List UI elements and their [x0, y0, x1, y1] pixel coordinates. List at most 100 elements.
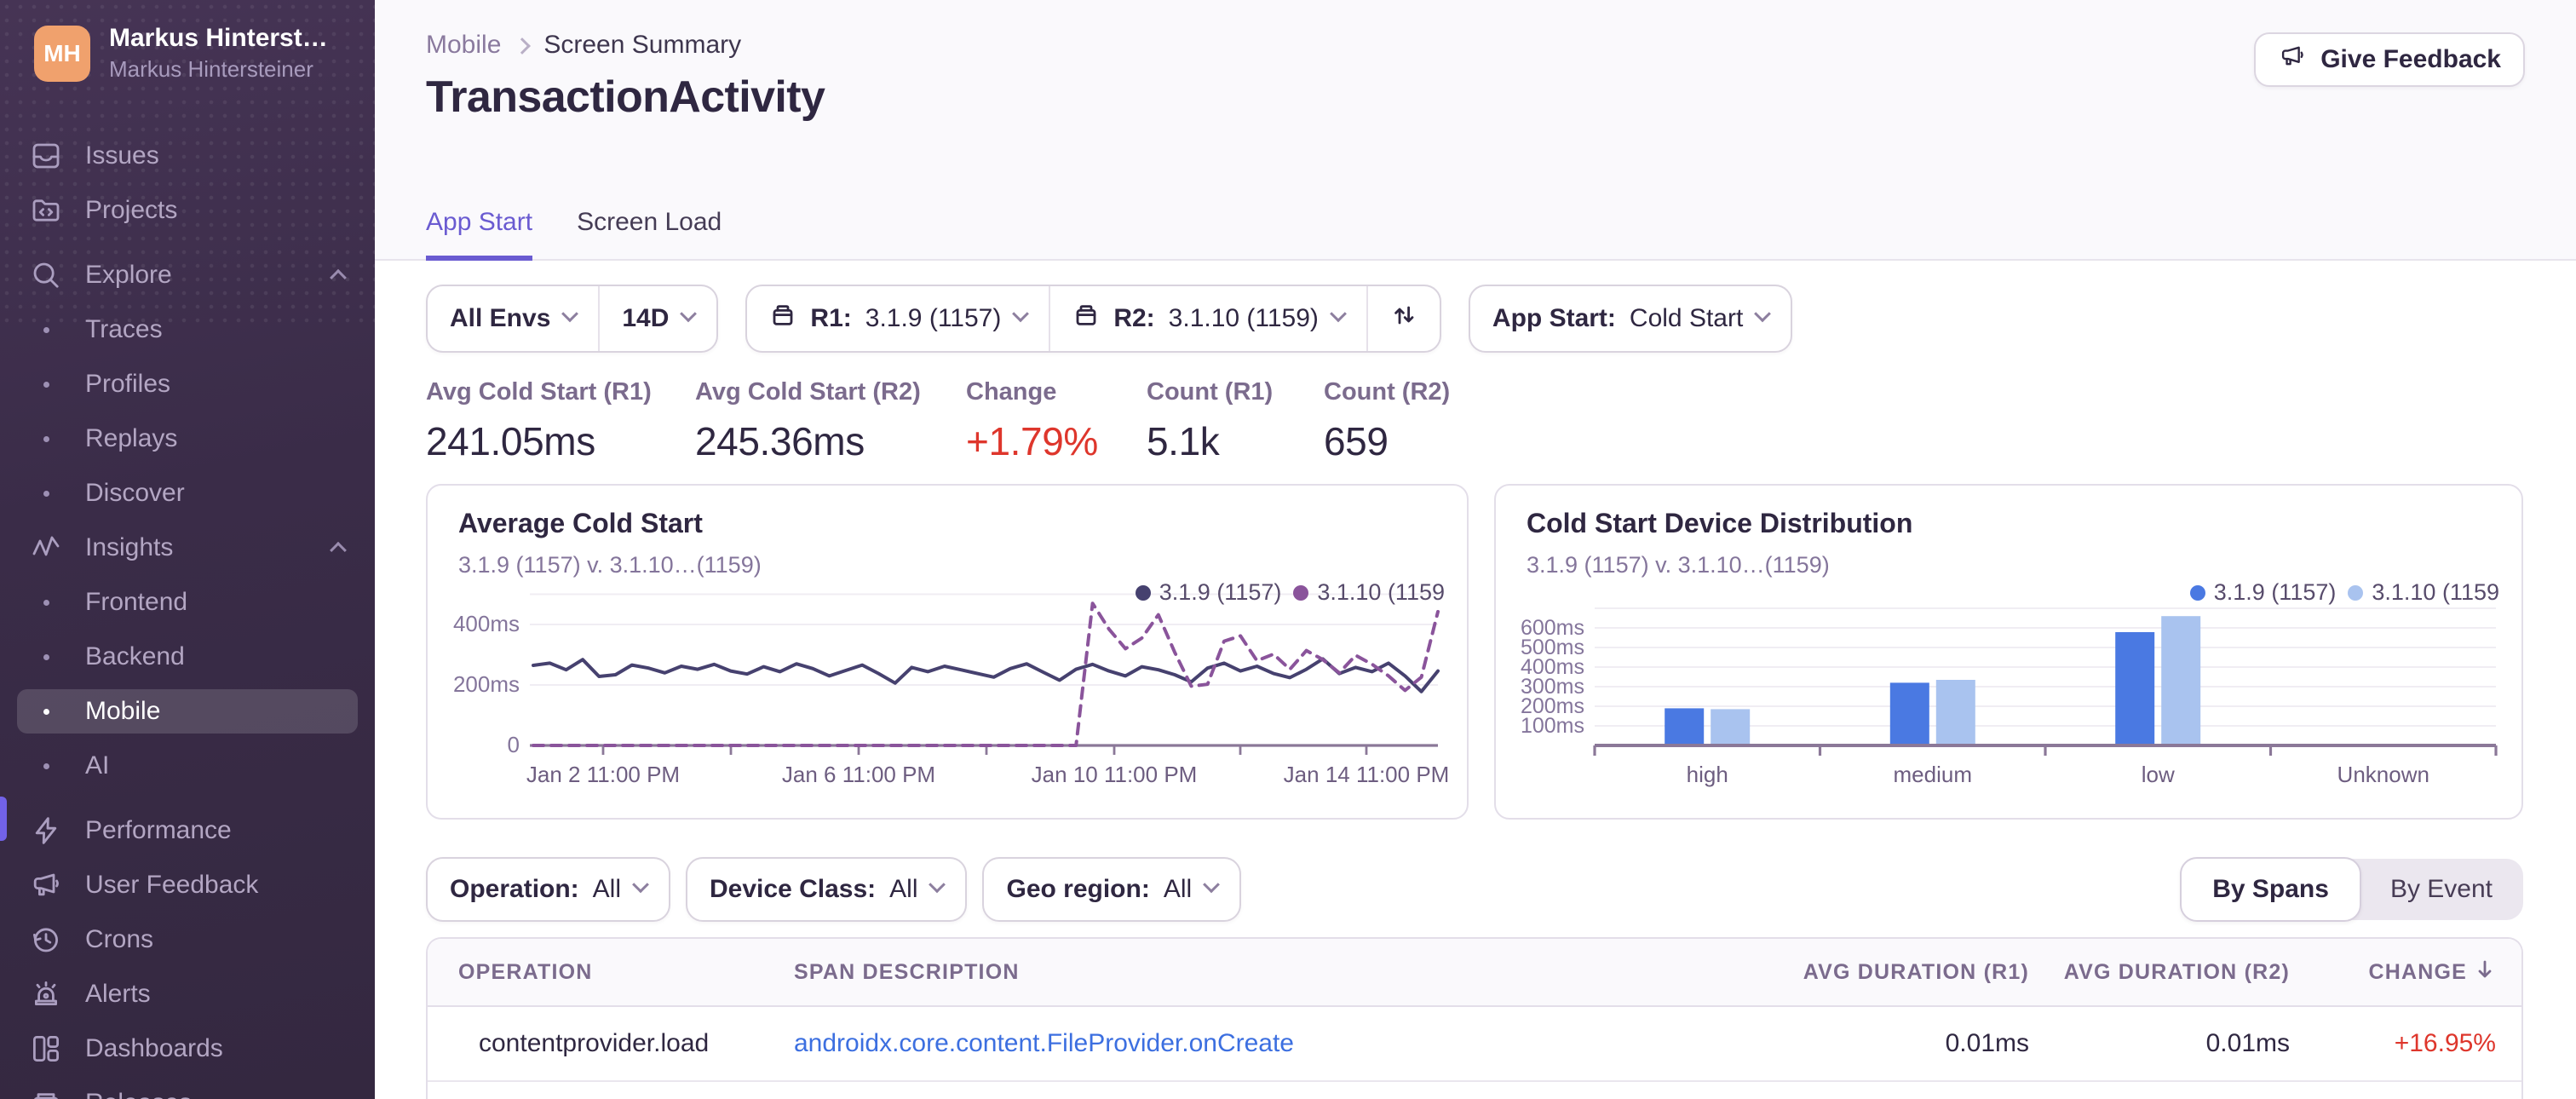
metric-value: 245.36ms	[695, 419, 865, 463]
chart-legend: 3.1.9 (1157) 3.1.10 (1159	[1135, 579, 1445, 606]
col-avg-duration-r2[interactable]: AVG DURATION (R2)	[2029, 960, 2290, 985]
chevron-down-icon	[1754, 305, 1772, 323]
sidebar-item-projects[interactable]: Projects	[17, 188, 358, 233]
toggle-by-event[interactable]: By Event	[2360, 859, 2523, 920]
charts-row: Average Cold Start 3.1.9 (1157) v. 3.1.1…	[426, 484, 2523, 820]
sidebar-item-releases[interactable]: Releases	[17, 1081, 358, 1099]
view-toggle: By Spans By Event	[2180, 857, 2523, 922]
projects-icon	[29, 193, 63, 227]
geo-region-filter-button[interactable]: Geo region: All	[982, 857, 1242, 922]
bullet-icon	[29, 326, 63, 333]
user-name: Markus Hinterst…	[109, 24, 328, 52]
env-filter-button[interactable]: All Envs	[428, 286, 598, 351]
megaphone-icon	[29, 868, 63, 902]
swap-arrows-icon	[1390, 302, 1417, 336]
sidebar-item-label: Profiles	[85, 370, 171, 398]
sidebar-item-label: Projects	[85, 196, 178, 224]
sidebar-item-backend[interactable]: Backend	[17, 635, 358, 679]
legend-item-r2: 3.1.10 (1159	[2348, 579, 2499, 606]
metric-label: Count (R1)	[1147, 378, 1274, 406]
give-feedback-button[interactable]: Give Feedback	[2254, 32, 2525, 87]
chevron-down-icon	[929, 876, 946, 894]
col-change[interactable]: CHANGE	[2290, 958, 2521, 987]
span-description-link[interactable]: androidx.core.content.FileProvider.onCre…	[794, 1029, 1294, 1057]
clock-history-icon	[29, 923, 63, 957]
sidebar-item-user-feedback[interactable]: User Feedback	[17, 863, 358, 907]
legend-dot	[1293, 584, 1309, 601]
sidebar-item-label: Crons	[85, 925, 154, 953]
sidebar-section-insights[interactable]: Insights	[17, 526, 358, 570]
lightning-icon	[29, 814, 63, 848]
sidebar-item-frontend[interactable]: Frontend	[17, 580, 358, 624]
chart-subtitle: 3.1.9 (1157) v. 3.1.10…(1159)	[1527, 552, 1830, 578]
release-compare-group: R1: 3.1.9 (1157) R2: 3.1.10 (1159)	[745, 285, 1441, 353]
sidebar-item-dashboards[interactable]: Dashboards	[17, 1027, 358, 1071]
sidebar-section-explore[interactable]: Explore	[17, 253, 358, 297]
legend-label: 3.1.10 (1159	[2372, 579, 2499, 605]
metric-avg-cold-start-r1: Avg Cold Start (R1) 241.05ms	[426, 378, 695, 464]
sidebar-item-replays[interactable]: Replays	[17, 417, 358, 461]
axis-label: medium	[1893, 762, 1972, 787]
table-header: OPERATION SPAN DESCRIPTION AVG DURATION …	[428, 939, 2521, 1007]
col-operation[interactable]: OPERATION	[428, 960, 794, 985]
chevron-down-icon	[1203, 876, 1221, 894]
bullet-icon	[29, 490, 63, 497]
sidebar-item-crons[interactable]: Crons	[17, 918, 358, 962]
bullet-icon	[29, 381, 63, 388]
release-r1-button[interactable]: R1: 3.1.9 (1157)	[747, 286, 1049, 351]
tab-app-start[interactable]: App Start	[426, 208, 533, 261]
axis-label: high	[1686, 762, 1728, 787]
table-row[interactable]: contentprovider.load androidx.core.conte…	[428, 1007, 2521, 1082]
swap-releases-button[interactable]	[1366, 286, 1440, 351]
col-span-description[interactable]: SPAN DESCRIPTION	[794, 960, 1722, 985]
sidebar-item-alerts[interactable]: Alerts	[17, 972, 358, 1016]
sidebar-item-ai[interactable]: AI	[17, 744, 358, 788]
col-avg-duration-r1[interactable]: AVG DURATION (R1)	[1722, 960, 2029, 985]
sidebar-item-traces[interactable]: Traces	[17, 308, 358, 352]
device-class-filter-button[interactable]: Device Class: All	[686, 857, 968, 922]
axis-label: low	[2141, 762, 2175, 787]
cell-avg-duration-r2: 0.01ms	[2205, 1029, 2290, 1057]
tab-screen-load[interactable]: Screen Load	[577, 208, 722, 261]
sidebar-item-discover[interactable]: Discover	[17, 471, 358, 515]
metric-count-r1: Count (R1) 5.1k	[1147, 378, 1324, 464]
metric-value: 659	[1324, 419, 1389, 463]
sort-down-icon	[2474, 958, 2496, 987]
issues-icon	[29, 139, 63, 173]
filter-prefix: Operation:	[450, 875, 579, 903]
sidebar-item-profiles[interactable]: Profiles	[17, 362, 358, 406]
filter-value: All	[889, 875, 918, 903]
filter-value: All	[592, 875, 622, 903]
operation-filter-button[interactable]: Operation: All	[426, 857, 671, 922]
sidebar-item-label: Traces	[85, 315, 163, 343]
axis-label: 100ms	[1520, 714, 1584, 738]
user-subtitle: Markus Hintersteiner	[109, 56, 313, 82]
give-feedback-label: Give Feedback	[2320, 45, 2501, 73]
org-user-switcher[interactable]: MH Markus Hinterst… Markus Hintersteiner	[0, 0, 375, 100]
spans-table: OPERATION SPAN DESCRIPTION AVG DURATION …	[426, 937, 2523, 1099]
r2-value: 3.1.10 (1159)	[1168, 304, 1319, 332]
search-icon	[29, 258, 63, 292]
app-start-type-button[interactable]: App Start: Cold Start	[1470, 286, 1791, 351]
app-root: MH Markus Hinterst… Markus Hintersteiner…	[0, 0, 2576, 1099]
sidebar-item-label: Dashboards	[85, 1034, 223, 1062]
chevron-up-icon[interactable]	[330, 541, 347, 559]
metric-label: Avg Cold Start (R1)	[426, 378, 652, 406]
toggle-by-spans[interactable]: By Spans	[2180, 857, 2361, 922]
release-r2-button[interactable]: R2: 3.1.10 (1159)	[1049, 286, 1366, 351]
insights-pulse-icon	[29, 531, 63, 565]
chevron-up-icon[interactable]	[330, 268, 347, 286]
sidebar-item-mobile[interactable]: Mobile	[17, 689, 358, 734]
chevron-down-icon	[632, 876, 649, 894]
sidebar-item-issues[interactable]: Issues	[17, 134, 358, 178]
axis-label: 400ms	[452, 611, 520, 636]
axis-label: Unknown	[2337, 762, 2429, 787]
sidebar-item-performance[interactable]: Performance	[17, 808, 358, 853]
avg-cold-start-chart-card: Average Cold Start 3.1.9 (1157) v. 3.1.1…	[426, 484, 1469, 820]
breadcrumb-mobile-link[interactable]: Mobile	[426, 31, 501, 60]
sidebar-item-label: Frontend	[85, 588, 188, 616]
legend-label: 3.1.10 (1159	[1317, 579, 1445, 605]
period-filter-button[interactable]: 14D	[598, 286, 716, 351]
cell-change: +16.95%	[2394, 1029, 2496, 1057]
axis-label: Jan 6 11:00 PM	[781, 762, 936, 787]
